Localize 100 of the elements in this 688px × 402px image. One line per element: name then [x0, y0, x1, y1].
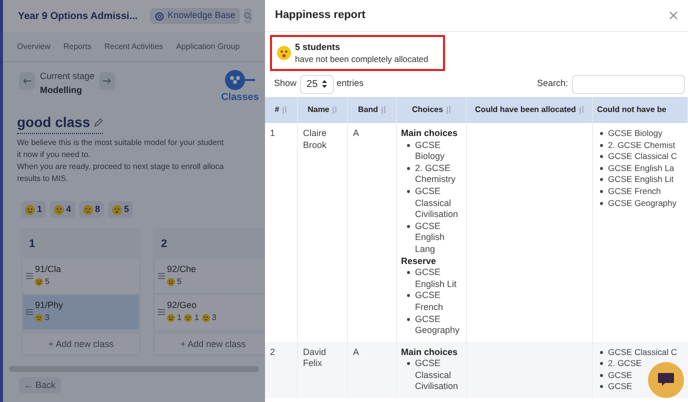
table-cell: A [348, 123, 397, 342]
class-card[interactable]: 91/Cla 5 [23, 258, 139, 292]
choice-heading: Main choices [401, 346, 459, 358]
entries-select[interactable]: 25 [300, 74, 334, 94]
search-button[interactable] [244, 8, 252, 24]
face-icon [184, 314, 192, 322]
add-class-button[interactable]: + Add new class [23, 334, 139, 354]
bullet-icon [407, 144, 410, 147]
show-label: Show [274, 77, 297, 90]
bullet-icon [600, 166, 603, 170]
not-allocated-item: GCSE French [608, 186, 661, 198]
table-cell: 2 [265, 342, 298, 398]
face-icon [202, 314, 210, 322]
face-icon [83, 204, 94, 214]
summary-chip[interactable]: 1 [21, 201, 46, 218]
alert-text: have not been completely allocated [295, 53, 428, 65]
nav-tab[interactable]: Reports [63, 40, 92, 52]
close-button[interactable] [669, 11, 678, 20]
bullet-icon [600, 178, 603, 182]
sort-icon [282, 106, 288, 114]
bullet-icon [407, 294, 410, 298]
alert-count: 5 students [295, 41, 342, 53]
column-header[interactable]: Band [358, 104, 378, 116]
class-card[interactable]: 91/Phy 3 [23, 294, 139, 328]
face-icon [25, 204, 35, 214]
column-header[interactable]: # [274, 104, 280, 116]
bullet-icon [407, 166, 410, 170]
bullet-icon [407, 362, 410, 366]
description-line: We believe this is the most suitable model for your student [17, 137, 224, 149]
pencil-icon[interactable] [94, 118, 104, 127]
bullet-icon [600, 132, 603, 135]
summary-chip[interactable]: 4 [50, 201, 76, 218]
not-allocated-item: GCSE English Lit [608, 174, 674, 186]
table-cell: Claire Brook [298, 123, 348, 342]
bullet-icon [600, 202, 603, 205]
face-count: 1 [177, 312, 182, 324]
face-icon [167, 314, 175, 322]
face-count: 3 [212, 312, 216, 324]
column-header[interactable]: Name [308, 104, 330, 116]
face-count: 1 [194, 312, 199, 324]
description-line: When you are ready, proceed to next stage to enroll alloca [17, 161, 224, 173]
face-icon [167, 278, 175, 286]
drag-handle-icon[interactable] [158, 272, 165, 278]
face-icon [112, 204, 122, 214]
knowledge-base-button[interactable]: Knowledge Base [150, 8, 240, 24]
class-card[interactable]: 92/Geo 1 1 3 [155, 294, 265, 328]
bullet-icon [407, 271, 410, 274]
nav-tab[interactable]: Recent Activities [104, 40, 164, 52]
face-count: 3 [45, 312, 50, 324]
sort-icon [381, 106, 386, 114]
next-stage-button[interactable] [98, 72, 115, 90]
summary-chip[interactable]: 5 [108, 201, 134, 218]
add-class-button[interactable]: + Add new class [155, 334, 265, 354]
drag-handle-icon[interactable] [26, 272, 33, 278]
previous-stage-button[interactable] [19, 72, 35, 90]
choice-item: GCSE Biology [415, 140, 446, 163]
choice-heading: Main choices [401, 128, 459, 140]
table-cell: David Felix [298, 342, 348, 398]
search-field[interactable] [572, 74, 685, 94]
nav-tab[interactable]: Overview [17, 40, 50, 52]
not-allocated-item: GCSE Classical C [608, 346, 677, 358]
class-name: 92/Geo [167, 298, 198, 312]
spinner-icon [322, 80, 327, 88]
description-line: it now if you need to. [17, 149, 90, 161]
report-title: Happiness report [275, 8, 366, 24]
sort-icon [332, 106, 338, 114]
choice-item: GCSE Classical Civilisation [415, 358, 460, 394]
bullet-icon [600, 144, 603, 147]
bullet-icon [600, 155, 603, 158]
not-allocated-item: GCSE Biology [608, 128, 662, 140]
column-header[interactable]: Could have been allocated [475, 104, 576, 116]
column-title: 2 [160, 237, 168, 252]
not-allocated-item: GCSE Classical C [608, 151, 677, 163]
left-arrow-icon [23, 78, 31, 84]
face-count: 5 [177, 276, 182, 288]
step-label[interactable]: Classes [221, 90, 259, 105]
choice-item: GCSE English Lit [415, 267, 458, 290]
drag-handle-icon[interactable] [26, 308, 33, 314]
back-button[interactable]: ← Back [19, 377, 61, 394]
choice-heading: Reserve [401, 256, 438, 268]
bullet-icon [600, 350, 603, 354]
help-icon [154, 12, 164, 20]
column-header[interactable]: Could not have be [597, 104, 666, 116]
class-name: 91/Phy [35, 298, 64, 312]
class-card[interactable]: 92/Che 5 [155, 258, 265, 292]
project-title[interactable]: Year 9 Options Admissi... [18, 8, 138, 24]
choice-item: GCSE Geography [415, 314, 461, 337]
bullet-icon [600, 385, 603, 388]
class-name: 91/Cla [35, 262, 62, 276]
face-icon [54, 204, 64, 214]
column-title: 1 [28, 237, 36, 252]
nav-tab[interactable]: Application Group [176, 40, 240, 52]
bullet-icon [600, 362, 603, 366]
column-header[interactable]: Choices [412, 104, 444, 116]
drag-handle-icon[interactable] [158, 308, 165, 314]
not-allocated-item: 2. GCSE Chemist [608, 140, 676, 152]
table-cell: A [348, 342, 397, 398]
chat-icon [657, 372, 675, 388]
summary-chip[interactable]: 8 [79, 201, 104, 218]
model-name: good class [17, 113, 90, 132]
